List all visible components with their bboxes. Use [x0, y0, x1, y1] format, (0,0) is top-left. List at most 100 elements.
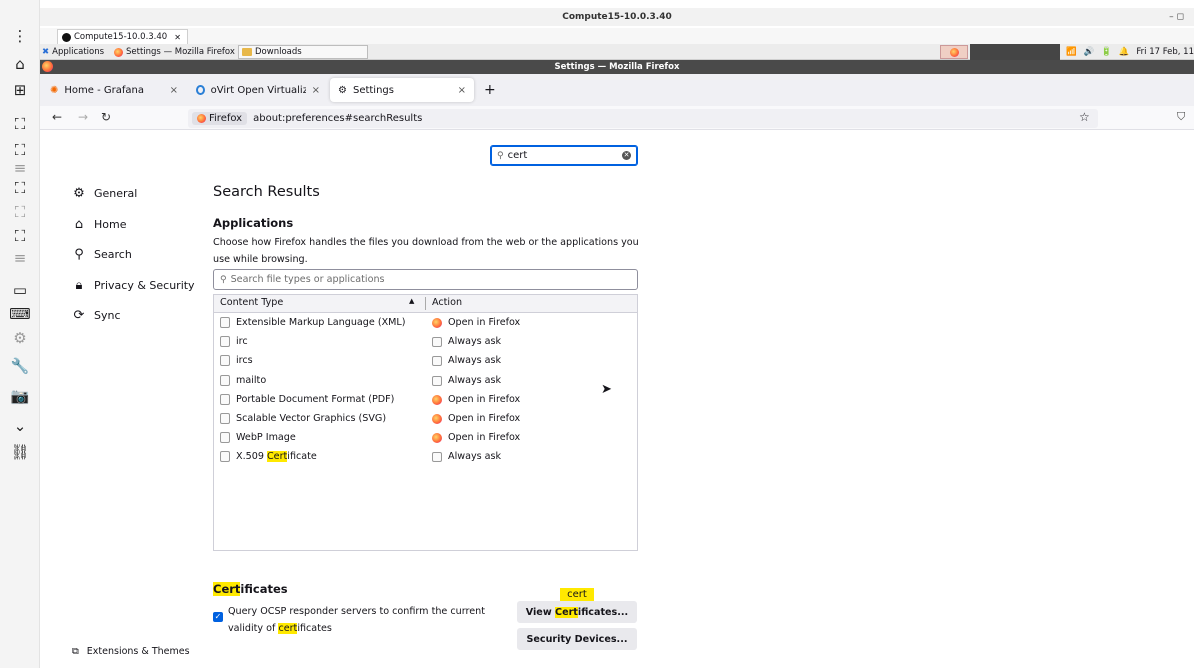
new-tab-button[interactable]: +: [476, 78, 504, 102]
table-row[interactable]: Portable Document Format (PDF) Open in Fi…: [214, 391, 637, 410]
session-tab-close-icon[interactable]: ✕: [174, 31, 181, 44]
filter-file-types-input[interactable]: ⚲ Search file types or applications: [213, 269, 638, 290]
taskbar-item-downloads[interactable]: Downloads: [242, 45, 302, 59]
chevron-down-icon[interactable]: ⌄: [8, 416, 32, 436]
table-row[interactable]: ircs Always ask: [214, 352, 637, 371]
camera-icon[interactable]: 📷: [8, 386, 32, 406]
action-label[interactable]: Always ask: [448, 336, 501, 347]
fullscreen-icon[interactable]: ⛶: [8, 140, 32, 160]
action-label[interactable]: Open in Firefox: [448, 432, 520, 443]
file-type-icon: [220, 451, 230, 463]
remote-window-controls[interactable]: – ◻: [1169, 8, 1184, 26]
taskbar-firefox-active[interactable]: [940, 45, 968, 59]
category-label: General: [94, 186, 138, 200]
shrink-icon[interactable]: ⛶: [8, 226, 32, 246]
filter-placeholder: Search file types or applications: [230, 274, 385, 285]
action-label[interactable]: Always ask: [448, 375, 501, 386]
column-separator[interactable]: [425, 297, 426, 310]
action-label[interactable]: Open in Firefox: [448, 317, 520, 328]
page-title: Search Results: [213, 184, 320, 200]
taskbar-item-settings[interactable]: Settings — Mozilla Firefox: [114, 45, 235, 59]
tab-ovirt[interactable]: oVirt Open Virtualization ×: [188, 78, 328, 102]
category-sync[interactable]: ⟳ Sync: [72, 305, 121, 325]
network-icon[interactable]: 📶: [1066, 45, 1077, 59]
notification-bell-icon[interactable]: 🔔: [1119, 45, 1130, 59]
battery-icon[interactable]: 🔋: [1101, 45, 1112, 59]
file-type-icon: [220, 393, 230, 405]
menu-lines-icon[interactable]: ≡: [8, 248, 32, 268]
bookmark-star-icon[interactable]: ☆: [1079, 110, 1090, 124]
pocket-icon[interactable]: ⛉: [1177, 110, 1185, 124]
table-row[interactable]: irc Always ask: [214, 333, 637, 352]
settings-search-value[interactable]: cert: [508, 150, 528, 161]
content-type-suffix: ificate: [287, 451, 317, 463]
more-vertical-icon[interactable]: ⋮: [8, 26, 32, 46]
expand-dim-icon[interactable]: ⛶: [8, 202, 32, 222]
table-row[interactable]: WebP Image Open in Firefox: [214, 429, 637, 448]
certificates-heading: Certificates: [213, 582, 288, 596]
category-home[interactable]: ⌂ Home: [72, 214, 127, 234]
settings-search-input[interactable]: ⚲ cert ✕: [490, 145, 638, 166]
ocsp-label-rest: ificates: [297, 623, 332, 634]
forward-arrow-icon[interactable]: →: [78, 110, 88, 124]
table-row[interactable]: X.509 Certificate Always ask: [214, 448, 637, 467]
content-type-label: irc: [236, 336, 248, 348]
sort-ascending-icon[interactable]: ▲: [409, 297, 414, 305]
tab-label: Home - Grafana: [64, 84, 144, 96]
firefox-icon: [432, 433, 442, 444]
category-search[interactable]: ⚲ Search: [72, 244, 132, 264]
expand-icon[interactable]: ⛶: [8, 178, 32, 198]
search-highlight: cert: [278, 623, 298, 634]
clear-search-icon[interactable]: ✕: [622, 151, 631, 160]
menu-lines-icon[interactable]: ≡: [8, 158, 32, 178]
window-icon[interactable]: ▭: [8, 280, 32, 300]
wrench-icon[interactable]: 🔧: [8, 356, 32, 376]
category-label: Privacy & Security: [94, 278, 195, 292]
firefox-icon: [432, 414, 442, 424]
table-row[interactable]: mailto Always ask: [214, 372, 637, 391]
url-bar[interactable]: Firefox about:preferences#searchResults: [188, 109, 1098, 128]
tab-close-icon[interactable]: ×: [312, 85, 320, 96]
view-certificates-button[interactable]: View Cert ificates...: [517, 601, 637, 623]
column-header-action[interactable]: Action: [432, 297, 462, 308]
tab-close-icon[interactable]: ×: [458, 85, 466, 96]
fit-screen-icon[interactable]: ⛶: [8, 114, 32, 134]
table-row[interactable]: Extensible Markup Language (XML) Open in …: [214, 314, 637, 333]
content-type-label: Scalable Vector Graphics (SVG): [236, 413, 387, 424]
search-tooltip: cert: [560, 588, 594, 602]
new-window-icon[interactable]: ⊞: [8, 80, 32, 100]
category-privacy-security[interactable]: 🔒︎ Privacy & Security: [72, 275, 195, 295]
session-tab[interactable]: Compute15-10.0.3.40 ✕: [57, 29, 188, 44]
content-type-label: mailto: [236, 374, 267, 386]
action-label[interactable]: Always ask: [448, 451, 501, 462]
column-header-content-type[interactable]: Content Type: [220, 297, 283, 308]
firefox-icon: [432, 318, 442, 328]
security-devices-button[interactable]: Security Devices...: [517, 628, 637, 650]
disconnect-link-icon[interactable]: ⛓: [8, 442, 32, 462]
identity-box[interactable]: Firefox: [192, 112, 248, 125]
workspace-switcher[interactable]: [970, 44, 1060, 60]
back-arrow-icon[interactable]: ←: [52, 110, 62, 124]
applications-menu[interactable]: ✖ Applications: [42, 45, 104, 59]
file-type-icon: [220, 413, 230, 424]
home-icon[interactable]: ⌂: [8, 54, 32, 74]
home-icon: ⌂: [74, 216, 84, 232]
ocsp-checkbox[interactable]: ✓: [213, 612, 223, 622]
clock[interactable]: Fri 17 Feb, 11: [1136, 45, 1194, 59]
action-label[interactable]: Open in Firefox: [448, 394, 520, 405]
volume-icon[interactable]: 🔊: [1084, 45, 1095, 59]
table-row[interactable]: Scalable Vector Graphics (SVG) Open in Fi…: [214, 410, 637, 429]
action-label[interactable]: Always ask: [448, 355, 501, 366]
gears-icon[interactable]: ⚙: [8, 328, 32, 348]
tab-settings[interactable]: ⚙ Settings ×: [330, 78, 474, 102]
category-general[interactable]: ⚙ General: [72, 183, 137, 203]
category-label: Sync: [94, 308, 121, 322]
reload-icon[interactable]: ↻: [101, 110, 111, 124]
category-extensions-themes[interactable]: ⧉ Extensions & Themes: [72, 646, 190, 657]
tab-grafana[interactable]: ✺ Home - Grafana ×: [42, 78, 186, 102]
keyboard-icon[interactable]: ⌨: [8, 304, 32, 324]
certificates-heading-rest: ificates: [240, 582, 288, 596]
url-text[interactable]: about:preferences#searchResults: [253, 113, 422, 124]
tab-close-icon[interactable]: ×: [170, 85, 178, 96]
action-label[interactable]: Open in Firefox: [448, 413, 520, 424]
